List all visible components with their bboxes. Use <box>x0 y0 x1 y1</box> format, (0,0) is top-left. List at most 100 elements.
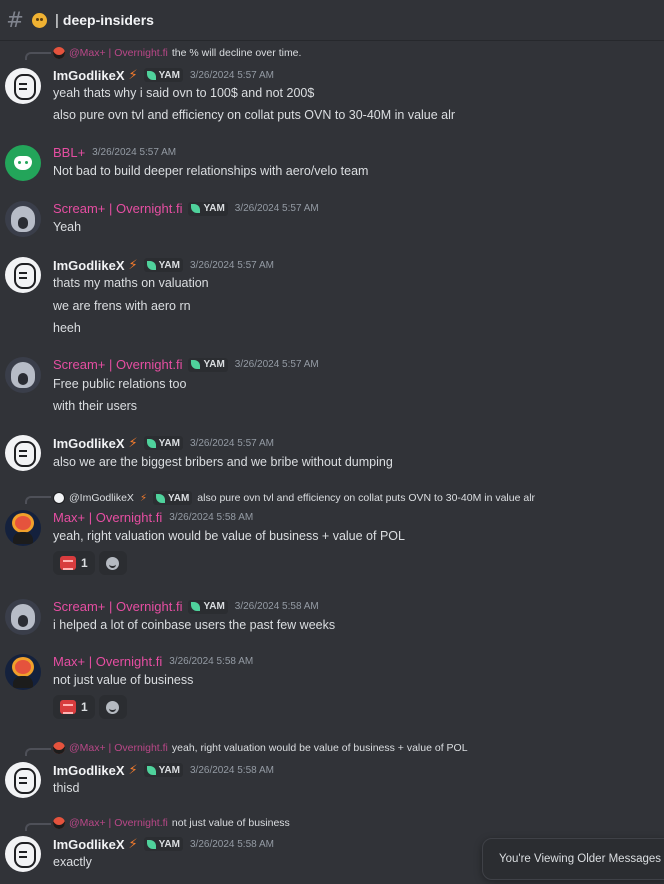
reply-author[interactable]: @ImGodlikeX <box>69 492 134 504</box>
role-tag[interactable]: YAM <box>143 68 183 82</box>
lightning-bolt-icon: ⚡ <box>128 67 138 82</box>
lightning-bolt-icon: ⚡ <box>128 257 138 272</box>
username[interactable]: ImGodlikeX <box>53 258 125 273</box>
avatar[interactable] <box>5 599 41 635</box>
channel-header: # | deep-insiders <box>0 0 664 41</box>
reply-spine <box>25 496 51 504</box>
reply-avatar <box>53 742 65 754</box>
message-text: exactly <box>53 855 92 869</box>
message-text: Free public relations too <box>53 377 187 391</box>
username[interactable]: BBL+ <box>53 145 85 160</box>
avatar[interactable] <box>5 762 41 798</box>
avatar[interactable] <box>5 145 41 181</box>
reaction-bar: 1 <box>53 551 127 575</box>
avatar[interactable] <box>5 654 41 690</box>
avatar[interactable] <box>5 357 41 393</box>
message-text: heeh <box>53 321 81 335</box>
username[interactable]: Max+ | Overnight.fi <box>53 654 162 669</box>
timestamp: 3/26/2024 5:58 AM <box>189 838 274 850</box>
leaf-icon <box>191 360 201 369</box>
leaf-icon <box>191 602 201 611</box>
reaction-bar: 1 <box>53 695 127 719</box>
message-text: thisd <box>53 781 80 795</box>
leaf-icon <box>146 438 156 448</box>
username[interactable]: ImGodlikeX <box>53 68 125 83</box>
reply-preview[interactable]: @Max+ | Overnight.fi yeah, right valuati… <box>53 742 468 754</box>
reply-preview[interactable]: @ImGodlikeX ⚡ YAM also pure ovn tvl and … <box>53 491 535 505</box>
leaf-icon <box>191 204 201 213</box>
reaction-button[interactable]: 1 <box>53 695 95 719</box>
timestamp: 3/26/2024 5:57 AM <box>189 437 274 449</box>
timestamp: 3/26/2024 5:57 AM <box>234 203 319 214</box>
role-tag[interactable]: YAM <box>188 201 228 216</box>
timestamp: 3/26/2024 5:57 AM <box>189 69 274 81</box>
add-reaction-button[interactable] <box>98 551 127 575</box>
role-tag[interactable]: YAM <box>188 357 228 372</box>
username[interactable]: ImGodlikeX <box>53 837 125 852</box>
message-text: also pure ovn tvl and efficiency on coll… <box>53 108 456 122</box>
username[interactable]: ImGodlikeX <box>53 763 125 778</box>
reaction-count: 1 <box>81 556 88 570</box>
lightning-bolt-icon: ⚡ <box>128 836 138 851</box>
message-text: i helped a lot of coinbase users the pas… <box>53 618 336 632</box>
message-text: thats my maths on valuation <box>53 276 209 290</box>
reply-author[interactable]: @Max+ | Overnight.fi <box>69 742 168 754</box>
avatar[interactable] <box>5 836 41 872</box>
role-tag[interactable]: YAM <box>143 763 183 777</box>
older-messages-banner[interactable]: You're Viewing Older Messages <box>482 838 664 880</box>
message-text: not just value of business <box>53 673 194 687</box>
reply-spine <box>25 748 51 756</box>
timestamp: 3/26/2024 5:58 AM <box>169 512 254 523</box>
channel-separator: | <box>55 11 59 29</box>
timestamp: 3/26/2024 5:57 AM <box>92 147 177 158</box>
role-tag[interactable]: YAM <box>152 491 193 505</box>
reply-preview[interactable]: @Max+ | Overnight.fi the % will decline … <box>53 47 301 59</box>
timestamp: 3/26/2024 5:57 AM <box>234 359 319 370</box>
username[interactable]: Max+ | Overnight.fi <box>53 510 162 525</box>
avatar[interactable] <box>5 257 41 293</box>
timestamp: 3/26/2024 5:58 AM <box>234 601 319 612</box>
channel-hash-icon: # <box>6 8 24 32</box>
reaction-count: 1 <box>81 700 88 714</box>
lightning-bolt-icon: ⚡ <box>128 435 138 450</box>
username[interactable]: Scream+ | Overnight.fi <box>53 201 182 216</box>
reply-spine <box>25 52 51 60</box>
avatar[interactable] <box>5 201 41 237</box>
reply-preview[interactable]: @Max+ | Overnight.fi not just value of b… <box>53 817 290 829</box>
reply-text[interactable]: the % will decline over time. <box>172 47 302 59</box>
hushed-face-emoji-icon <box>32 12 47 28</box>
reply-author[interactable]: @Max+ | Overnight.fi <box>69 47 168 59</box>
channel-name[interactable]: deep-insiders <box>63 12 154 28</box>
username[interactable]: ImGodlikeX <box>53 436 125 451</box>
reply-author[interactable]: @Max+ | Overnight.fi <box>69 817 168 829</box>
reply-text[interactable]: also pure ovn tvl and efficiency on coll… <box>197 492 535 504</box>
add-reaction-button[interactable] <box>98 695 127 719</box>
smiley-icon <box>106 556 120 570</box>
leaf-icon <box>146 839 156 849</box>
lightning-bolt-icon: ⚡ <box>139 492 147 504</box>
role-tag[interactable]: YAM <box>143 436 183 450</box>
message-text: yeah thats why i said ovn to 100$ and no… <box>53 86 315 100</box>
leaf-icon <box>155 493 165 503</box>
reply-avatar <box>53 492 65 504</box>
reply-text[interactable]: yeah, right valuation would be value of … <box>172 742 468 754</box>
avatar[interactable] <box>5 510 41 546</box>
lightning-bolt-icon: ⚡ <box>128 762 138 777</box>
timestamp: 3/26/2024 5:58 AM <box>189 764 274 776</box>
reaction-emoji-icon <box>60 556 76 570</box>
reply-avatar <box>53 47 65 59</box>
message-text: also we are the biggest bribers and we b… <box>53 455 393 469</box>
message-text: Not bad to build deeper relationships wi… <box>53 164 369 178</box>
role-tag[interactable]: YAM <box>188 599 228 614</box>
role-tag[interactable]: YAM <box>143 258 183 272</box>
username[interactable]: Scream+ | Overnight.fi <box>53 357 182 372</box>
reaction-emoji-icon <box>60 700 76 714</box>
username[interactable]: Scream+ | Overnight.fi <box>53 599 182 614</box>
role-tag[interactable]: YAM <box>143 837 183 851</box>
message-text: yeah, right valuation would be value of … <box>53 529 405 543</box>
avatar[interactable] <box>5 435 41 471</box>
reaction-button[interactable]: 1 <box>53 551 95 575</box>
message-text: we are frens with aero rn <box>53 299 191 313</box>
avatar[interactable] <box>5 68 41 104</box>
reply-text[interactable]: not just value of business <box>172 817 290 829</box>
